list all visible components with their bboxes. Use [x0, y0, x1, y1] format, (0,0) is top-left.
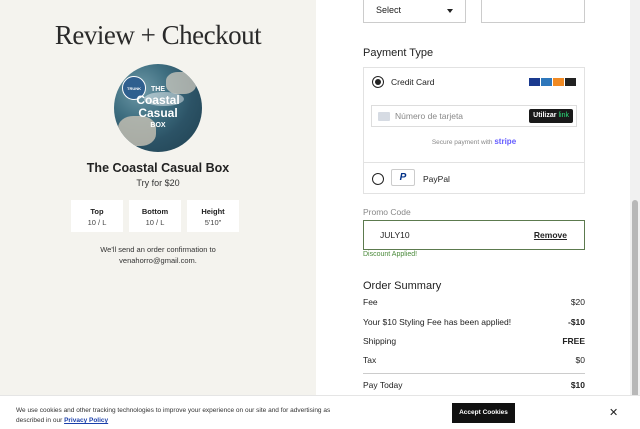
summary-row-pay-today: Pay Today $10 [363, 380, 585, 390]
accept-cookies-button[interactable]: Accept Cookies [452, 403, 515, 423]
summary-row-shipping: Shipping FREE [363, 336, 585, 346]
page-title: Review + Checkout [54, 20, 262, 50]
credit-card-radio[interactable] [372, 76, 384, 88]
confirmation-text: We'll send an order confirmation to [100, 245, 216, 254]
size-value: 5'10" [204, 218, 222, 227]
remove-promo-button[interactable]: Remove [534, 230, 567, 240]
paypal-option[interactable]: P PayPal [364, 162, 584, 194]
close-icon[interactable]: ✕ [609, 406, 618, 419]
secure-payment-note: Secure payment with stripe [431, 137, 517, 146]
size-card-top: Top 10 / L [71, 200, 123, 232]
credit-card-label: Credit Card [391, 77, 435, 87]
payment-options: Credit Card Número de tarjeta Utilizar li… [363, 67, 585, 194]
box-price: Try for $20 [136, 178, 180, 188]
order-review-panel: Review + Checkout TRUNK THE Coastal Casu… [0, 0, 316, 429]
credit-card-option[interactable]: Credit Card [364, 68, 584, 98]
size-value: 10 / L [145, 218, 165, 227]
scroll-thumb[interactable] [632, 200, 638, 400]
summary-row-tax: Tax $0 [363, 355, 585, 365]
size-card-bottom: Bottom 10 / L [129, 200, 181, 232]
amex-icon [541, 78, 552, 86]
summary-row-styling-fee: Your $10 Styling Fee has been applied! -… [363, 317, 585, 327]
caret-down-icon [447, 9, 453, 13]
box-image: TRUNK THE Coastal Casual BOX [114, 64, 202, 152]
size-summary: Top 10 / L Bottom 10 / L Height 5'10" [71, 200, 239, 232]
visa-icon [529, 78, 540, 86]
summary-divider [363, 373, 585, 374]
box-image-title-2: Casual [138, 106, 178, 120]
card-icon [378, 112, 390, 121]
scrollbar[interactable] [630, 0, 640, 429]
privacy-policy-link[interactable]: Privacy Policy [64, 417, 108, 424]
paypal-icon: P [391, 169, 415, 186]
size-label: Top [90, 207, 104, 216]
box-image-sub: BOX [150, 122, 166, 129]
size-label: Height [201, 207, 225, 216]
cookie-text: We use cookies and other tracking techno… [16, 407, 331, 424]
size-value: 10 / L [87, 218, 107, 227]
promo-code-field[interactable]: JULY10 Remove [363, 220, 585, 250]
stripe-logo: stripe [494, 137, 517, 146]
select-value: Select [376, 5, 402, 15]
promo-code-value: JULY10 [380, 230, 410, 240]
box-name: The Coastal Casual Box [86, 161, 230, 175]
paypal-radio[interactable] [372, 173, 384, 185]
discover-icon [553, 78, 564, 86]
confirmation-email: venahorro@gmail.com. [119, 256, 197, 265]
size-label: Bottom [141, 207, 169, 216]
link-pay-button[interactable]: Utilizar link [529, 109, 573, 123]
card-number-input[interactable]: Número de tarjeta Utilizar link [371, 105, 577, 127]
zip-input[interactable] [481, 0, 585, 23]
paypal-label: PayPal [423, 174, 450, 184]
summary-row-fee: Fee $20 [363, 297, 585, 307]
state-select[interactable]: Select [363, 0, 466, 23]
order-summary-title: Order Summary [363, 280, 442, 292]
card-logos [529, 78, 576, 86]
promo-code-label: Promo Code [363, 207, 411, 217]
card-number-placeholder: Número de tarjeta [395, 111, 464, 121]
cookie-banner: We use cookies and other tracking techno… [0, 395, 640, 429]
mastercard-icon [565, 78, 576, 86]
payment-type-title: Payment Type [363, 47, 434, 59]
size-card-height: Height 5'10" [187, 200, 239, 232]
discount-status: Discount Applied! [363, 251, 418, 258]
confirmation-note: We'll send an order confirmation to vena… [0, 244, 316, 266]
